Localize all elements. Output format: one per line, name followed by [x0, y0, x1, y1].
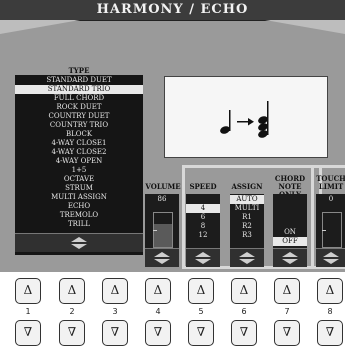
type-item[interactable]: 4-WAY CLOSE2 [15, 148, 143, 157]
assign-option[interactable]: AUTO [230, 195, 264, 204]
up-arrow-icon [282, 252, 298, 257]
touch-limit-value: 0 [328, 195, 334, 203]
up-arrow-icon [154, 252, 170, 257]
chord-note-only-arrows[interactable] [273, 248, 307, 267]
down-button-3[interactable]: ∇ [102, 320, 128, 346]
volume-slider[interactable] [153, 212, 173, 248]
touch-limit-slider-tick [322, 230, 326, 231]
up-button-4[interactable]: Δ [145, 278, 171, 304]
volume-value: 86 [157, 195, 167, 203]
speed-label: SPEED [189, 182, 217, 191]
type-item[interactable]: FULL CHORD [15, 94, 143, 103]
down-arrow-icon [282, 259, 298, 264]
assign-option[interactable]: R2 [230, 222, 264, 231]
down-button-8[interactable]: ∇ [317, 320, 343, 346]
type-item[interactable]: 4-WAY CLOSE1 [15, 139, 143, 148]
down-arrow-icon [195, 259, 211, 264]
type-item[interactable]: MULTI ASSIGN [15, 193, 143, 202]
assign-option[interactable]: R3 [230, 231, 264, 240]
down-button-2[interactable]: ∇ [59, 320, 85, 346]
button-number-label: 5 [198, 307, 204, 316]
down-arrow-icon [154, 259, 170, 264]
chord-note-only-option[interactable]: ON [273, 228, 307, 237]
touch-limit-control[interactable]: 0 [316, 194, 345, 267]
up-arrow-icon [323, 252, 339, 257]
volume-label: VOLUME [145, 182, 181, 191]
assign-option[interactable]: R1 [230, 213, 264, 222]
assign-option[interactable]: MULTI [230, 204, 264, 213]
chord-note-only-option[interactable]: OFF [273, 237, 307, 246]
volume-arrows[interactable] [145, 248, 179, 267]
type-list[interactable]: STANDARD DUET STANDARD TRIO FULL CHORD ROCK… [15, 75, 143, 255]
type-item[interactable]: ROCK DUET [15, 103, 143, 112]
volume-control[interactable]: 86 [145, 194, 179, 267]
up-button-7[interactable]: Δ [274, 278, 300, 304]
type-item[interactable]: COUNTRY TRIO [15, 121, 143, 130]
type-item[interactable]: STRUM [15, 184, 143, 193]
down-button-1[interactable]: ∇ [15, 320, 41, 346]
up-arrow-icon [239, 252, 255, 257]
lcd-screen: HARMONY / ECHO TYPE STANDARD DUET STANDAR… [0, 0, 345, 272]
up-button-2[interactable]: Δ [59, 278, 85, 304]
speed-option[interactable]: 8 [186, 222, 220, 231]
up-button-1[interactable]: Δ [15, 278, 41, 304]
type-scroll-arrows[interactable] [15, 233, 143, 252]
type-item[interactable]: COUNTRY DUET [15, 112, 143, 121]
type-item[interactable]: STANDARD DUET [15, 76, 143, 85]
volume-slider-tick [153, 230, 157, 231]
assign-list[interactable]: AUTO MULTI R1 R2 R3 [230, 194, 264, 267]
assign-arrows[interactable] [230, 248, 264, 267]
assign-label: ASSIGN [231, 182, 263, 191]
speed-arrows[interactable] [186, 248, 220, 267]
button-number-label: 8 [327, 307, 333, 316]
down-button-6[interactable]: ∇ [231, 320, 257, 346]
button-number-label: 2 [69, 307, 75, 316]
down-button-4[interactable]: ∇ [145, 320, 171, 346]
speed-list[interactable]: 4 6 8 12 [186, 194, 220, 267]
type-item[interactable]: OCTAVE [15, 175, 143, 184]
type-item[interactable]: 4-WAY OPEN [15, 157, 143, 166]
volume-slider-fill [154, 224, 172, 247]
title-bevel-right [265, 20, 345, 34]
scroll-up-icon [71, 237, 87, 242]
type-item[interactable]: 1+5 [15, 166, 143, 175]
title-bevel-left [0, 20, 80, 34]
button-number-label: 1 [25, 307, 31, 316]
touch-limit-arrows[interactable] [316, 248, 345, 267]
chord-note-only-list[interactable]: ON OFF [273, 194, 307, 267]
button-number-label: 6 [241, 307, 247, 316]
type-item[interactable]: STANDARD TRIO [15, 85, 143, 94]
down-arrow-icon [239, 259, 255, 264]
type-item[interactable]: TRILL [15, 220, 143, 229]
button-number-label: 7 [284, 307, 290, 316]
note-to-chord-icon [220, 101, 269, 138]
touch-limit-label-line2: LIMIT [318, 182, 344, 191]
harmony-icon-panel [164, 76, 328, 158]
speed-option[interactable]: 4 [186, 204, 220, 213]
up-button-5[interactable]: Δ [188, 278, 214, 304]
type-item[interactable]: ECHO [15, 202, 143, 211]
down-button-7[interactable]: ∇ [274, 320, 300, 346]
touch-limit-slider[interactable] [322, 212, 342, 248]
type-label: TYPE [68, 66, 90, 75]
type-item[interactable]: TREMOLO [15, 211, 143, 220]
speed-option[interactable]: 12 [186, 231, 220, 240]
speed-option[interactable]: 6 [186, 213, 220, 222]
button-number-label: 4 [155, 307, 161, 316]
down-button-5[interactable]: ∇ [188, 320, 214, 346]
down-arrow-icon [323, 259, 339, 264]
up-arrow-icon [195, 252, 211, 257]
scroll-down-icon [71, 244, 87, 249]
type-item[interactable]: BLOCK [15, 130, 143, 139]
page-title: HARMONY / ECHO [0, 0, 345, 21]
up-button-6[interactable]: Δ [231, 278, 257, 304]
up-button-3[interactable]: Δ [102, 278, 128, 304]
up-button-8[interactable]: Δ [317, 278, 343, 304]
button-number-label: 3 [112, 307, 118, 316]
